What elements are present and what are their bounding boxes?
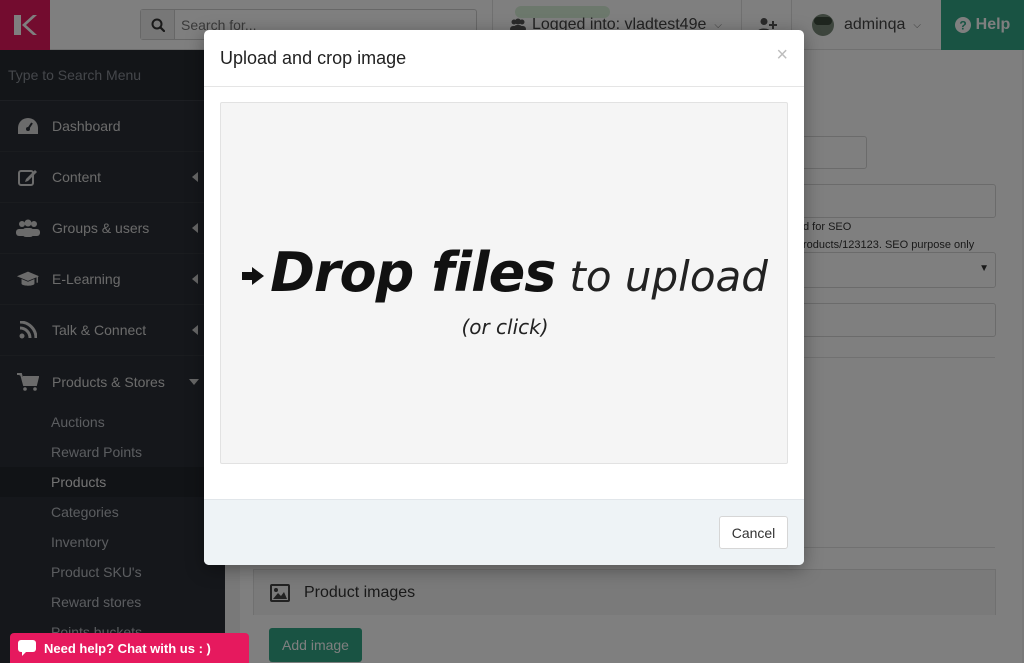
dropzone-message: Drop files to upload <box>221 241 789 304</box>
chat-bubble-icon <box>10 640 44 656</box>
cancel-button[interactable]: Cancel <box>719 516 788 549</box>
dropzone-light-text: to upload <box>569 252 768 301</box>
dropzone-strong-text: Drop files <box>270 241 556 304</box>
chat-widget[interactable]: Need help? Chat with us : ) <box>10 633 249 663</box>
dropzone-subtext: (or click) <box>461 315 549 339</box>
modal-footer: Cancel <box>204 499 804 565</box>
file-dropzone[interactable]: Drop files to upload (or click) <box>220 102 788 464</box>
chat-label: Need help? Chat with us : ) <box>44 640 211 656</box>
upload-crop-modal: Upload and crop image × Drop files to up… <box>204 30 804 565</box>
modal-title: Upload and crop image <box>220 47 407 68</box>
modal-header: Upload and crop image × <box>204 30 804 87</box>
close-icon[interactable]: × <box>776 44 788 66</box>
arrow-right-icon <box>242 267 265 285</box>
